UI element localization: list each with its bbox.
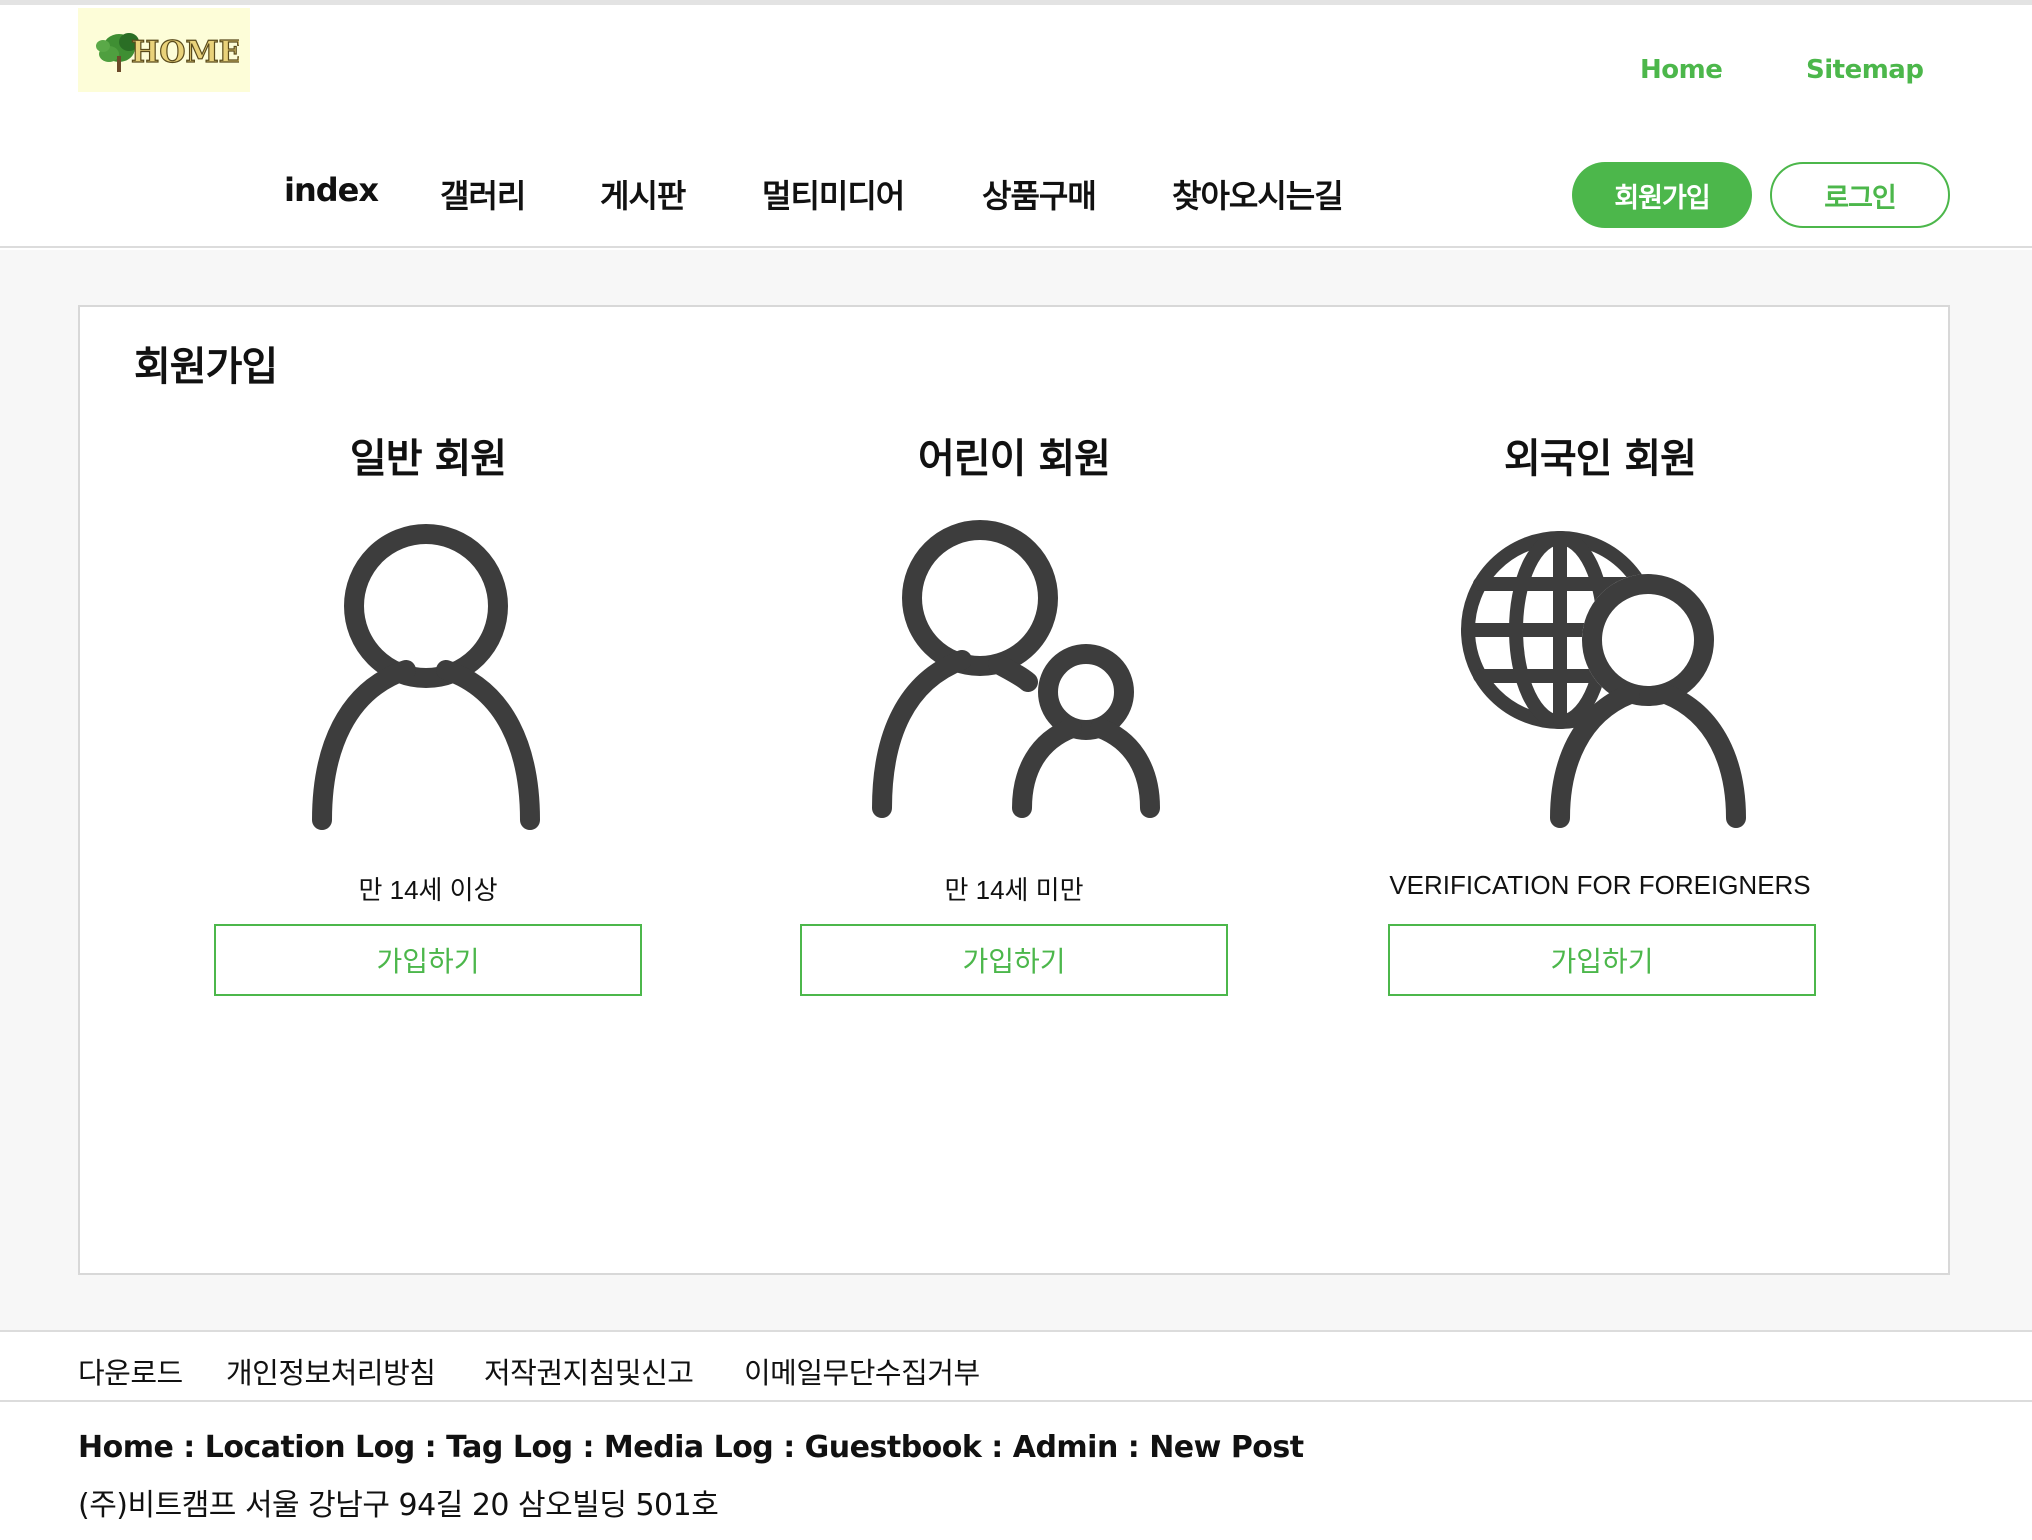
- footer-link-privacy[interactable]: 개인정보처리방침: [226, 1350, 436, 1392]
- footer-nav-links[interactable]: Home : Location Log : Tag Log : Media Lo…: [78, 1430, 1304, 1465]
- child-member-title: 어린이 회원: [918, 436, 1111, 482]
- login-button[interactable]: 로그인: [1770, 162, 1950, 228]
- footer-link-email-refusal[interactable]: 이메일무단수집거부: [744, 1350, 980, 1392]
- footer-link-download[interactable]: 다운로드: [78, 1350, 183, 1392]
- page-title: 회원가입: [134, 344, 278, 390]
- foreign-join-button[interactable]: 가입하기: [1388, 924, 1816, 996]
- general-join-button[interactable]: 가입하기: [214, 924, 642, 996]
- globe-person-icon: [1461, 531, 1746, 828]
- site-header: HOME Home Sitemap index 갤러리 게시판 멀티미디어 상품…: [0, 5, 2032, 248]
- footer-links-bar: 다운로드 개인정보처리방침 저작권지침및신고 이메일무단수집거부: [0, 1330, 2032, 1402]
- nav-item-directions[interactable]: 찾아오시는길: [1172, 171, 1344, 217]
- nav-item-multimedia[interactable]: 멀티미디어: [762, 171, 905, 217]
- person-icon: [312, 524, 540, 830]
- foreign-member-title: 외국인 회원: [1504, 436, 1697, 482]
- footer-bottom: Home : Location Log : Tag Log : Media Lo…: [0, 1404, 2032, 1540]
- join-button[interactable]: 회원가입: [1572, 162, 1752, 228]
- util-sitemap-link[interactable]: Sitemap: [1806, 55, 1924, 85]
- svg-text:HOME: HOME: [131, 35, 239, 70]
- nav-item-index[interactable]: index: [284, 171, 379, 209]
- footer-address: (주)비트캠프 서울 강남구 94길 20 삼오빌딩 501호: [78, 1488, 719, 1523]
- foreign-member-desc: VERIFICATION FOR FOREIGNERS: [1389, 870, 1811, 900]
- home-logo[interactable]: HOME: [78, 8, 250, 92]
- home-logo-icon: HOME: [96, 33, 239, 72]
- nav-item-board[interactable]: 게시판: [600, 171, 686, 217]
- nav-item-gallery[interactable]: 갤러리: [440, 171, 526, 217]
- util-home-link[interactable]: Home: [1640, 55, 1723, 85]
- general-member-desc: 만 14세 이상: [358, 875, 498, 905]
- child-member-desc: 만 14세 미만: [944, 875, 1084, 905]
- parent-child-icon: [872, 520, 1160, 818]
- nav-item-shop[interactable]: 상품구매: [982, 171, 1097, 217]
- footer-link-copyright[interactable]: 저작권지침및신고: [484, 1350, 694, 1392]
- general-member-title: 일반 회원: [349, 436, 507, 482]
- child-join-button[interactable]: 가입하기: [800, 924, 1228, 996]
